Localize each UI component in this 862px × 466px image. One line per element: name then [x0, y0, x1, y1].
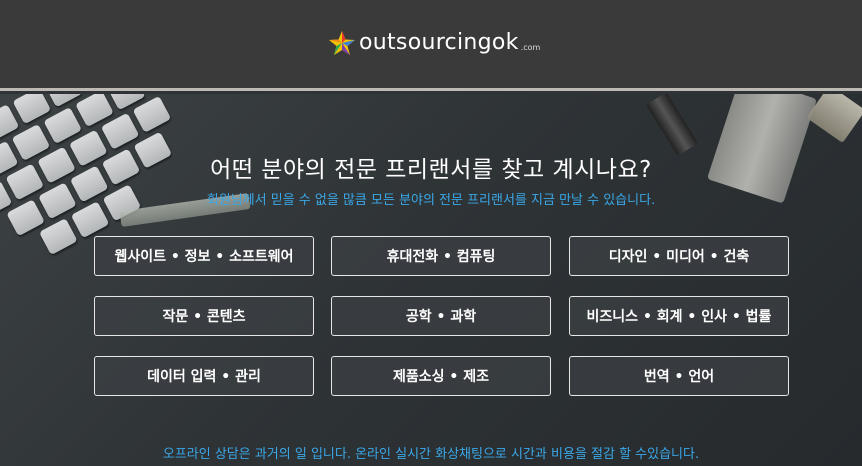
star-icon [329, 31, 355, 55]
category-button-engineering-science[interactable]: 공학 • 과학 [331, 296, 551, 336]
hero-headline: 어떤 분야의 전문 프리랜서를 찾고 계시나요? [210, 157, 652, 183]
category-button-translation-language[interactable]: 번역 • 언어 [569, 356, 789, 396]
category-button-data-entry[interactable]: 데이터 입력 • 관리 [94, 356, 314, 396]
category-button-writing-content[interactable]: 작문 • 콘텐츠 [94, 296, 314, 336]
hero-subline: 회원님께서 믿을 수 없을 많큼 모든 분야의 전문 프리랜서를 지금 만날 수… [206, 193, 656, 208]
pen-image [645, 94, 699, 156]
site-logo[interactable]: outsourcingok .com [327, 26, 540, 56]
category-button-design-media[interactable]: 디자인 • 미디어 • 건축 [569, 236, 789, 276]
category-button-sourcing-manufacturing[interactable]: 제품소싱 • 제조 [331, 356, 551, 396]
category-button-mobile-computing[interactable]: 휴대전화 • 컴퓨팅 [331, 236, 551, 276]
footer-note: 오프라인 상담은 과거의 일 입니다. 온라인 실시간 화상채팅으로 시간과 비… [162, 447, 700, 462]
category-button-web-software[interactable]: 웹사이트 • 정보 • 소프트웨어 [94, 236, 314, 276]
category-button-business-legal[interactable]: 비즈니스 • 회계 • 인사 • 법률 [569, 296, 789, 336]
logo-wordmark: outsourcingok [359, 30, 519, 55]
logo-tld: .com [520, 43, 541, 52]
ruler-image [706, 94, 818, 204]
site-header: outsourcingok .com [0, 0, 862, 91]
